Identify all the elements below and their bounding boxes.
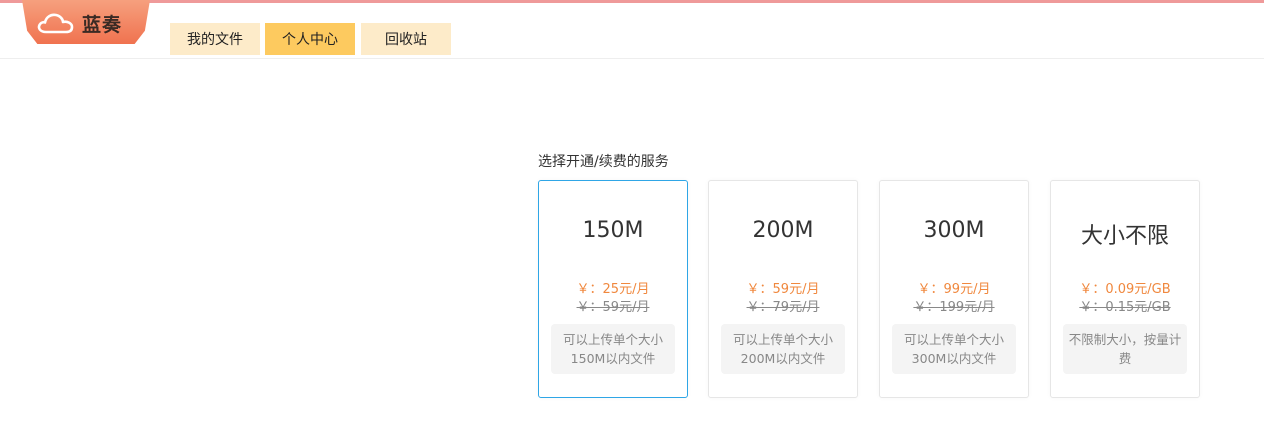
plan-size: 大小不限 (1080, 224, 1169, 249)
plan-card-150m[interactable]: 150M ￥：25元/月 ￥：59元/月 可以上传单个大小150M以内文件 (538, 180, 688, 398)
tab-label: 个人中心 (282, 32, 338, 48)
plan-size: 200M (752, 218, 814, 243)
plan-description: 可以上传单个大小300M以内文件 (892, 324, 1016, 374)
tab-label: 我的文件 (187, 32, 243, 48)
plan-card-300m[interactable]: 300M ￥：99元/月 ￥：199元/月 可以上传单个大小300M以内文件 (879, 180, 1029, 398)
plan-description: 可以上传单个大小150M以内文件 (551, 324, 675, 374)
plan-price: ￥：0.09元/GB (1079, 282, 1171, 297)
plan-card-200m[interactable]: 200M ￥：59元/月 ￥：79元/月 可以上传单个大小200M以内文件 (708, 180, 858, 398)
plan-price: ￥：25元/月 (576, 282, 650, 297)
header: 蓝奏 我的文件 个人中心 回收站 (0, 0, 1264, 59)
plan-original-price: ￥：0.15元/GB (1079, 300, 1171, 315)
cloud-icon (37, 13, 74, 34)
logo-text: 蓝奏 (82, 14, 123, 36)
plan-card-unlimited[interactable]: 大小不限 ￥：0.09元/GB ￥：0.15元/GB 不限制大小，按量计费 (1050, 180, 1200, 398)
plan-original-price: ￥：79元/月 (746, 300, 820, 315)
plan-price: ￥：59元/月 (746, 282, 820, 297)
plan-description: 可以上传单个大小200M以内文件 (721, 324, 845, 374)
plan-original-price: ￥：199元/月 (913, 300, 995, 315)
tab-personal-center[interactable]: 个人中心 (265, 23, 355, 55)
tab-label: 回收站 (385, 32, 427, 48)
plan-size: 150M (582, 218, 644, 243)
plan-size: 300M (923, 218, 985, 243)
plan-price: ￥：99元/月 (917, 282, 991, 297)
section-title: 选择开通/续费的服务 (538, 154, 669, 170)
tab-my-files[interactable]: 我的文件 (170, 23, 260, 55)
plan-description: 不限制大小，按量计费 (1063, 324, 1187, 374)
logo[interactable]: 蓝奏 (22, 0, 150, 44)
tab-recycle-bin[interactable]: 回收站 (361, 23, 451, 55)
plan-original-price: ￥：59元/月 (576, 300, 650, 315)
